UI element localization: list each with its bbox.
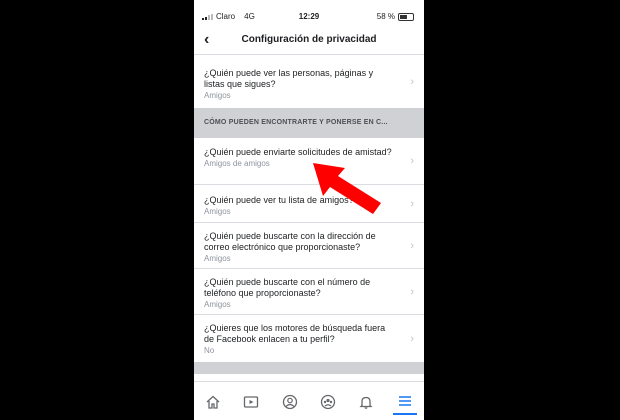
setting-value: No	[204, 346, 215, 355]
page-title: Configuración de privacidad	[241, 34, 377, 45]
tab-profile[interactable]	[278, 390, 302, 414]
bottom-tab-bar	[194, 381, 424, 420]
chevron-right-icon: ›	[410, 239, 414, 252]
setting-question: ¿Quién puede buscarte con la dirección d…	[204, 231, 376, 252]
chevron-right-icon: ›	[410, 332, 414, 345]
chevron-right-icon: ›	[410, 75, 414, 88]
chevron-right-icon: ›	[410, 285, 414, 298]
home-icon	[206, 395, 220, 409]
setting-question: ¿Quién puede ver tu lista de amigos?	[204, 195, 354, 205]
tab-home[interactable]	[201, 390, 225, 414]
setting-row-followed[interactable]: ¿Quién puede ver las personas, páginas y…	[194, 54, 424, 108]
chevron-right-icon: ›	[410, 155, 414, 167]
notifications-icon	[359, 396, 374, 409]
battery-icon	[398, 12, 414, 21]
section-header-next	[194, 362, 424, 374]
settings-list: ¿Quién puede ver las personas, páginas y…	[194, 52, 424, 374]
tab-notifications[interactable]	[354, 390, 378, 414]
section-header: CÓMO PUEDEN ENCONTRARTE Y PONERSE EN C..…	[194, 108, 424, 138]
nav-bar: ‹ Configuración de privacidad	[194, 28, 424, 52]
setting-row-email-lookup[interactable]: ¿Quién puede buscarte con la dirección d…	[194, 222, 424, 268]
setting-question: ¿Quién puede enviarte solicitudes de ami…	[204, 147, 392, 157]
setting-row-friend-requests[interactable]: ¿Quién puede enviarte solicitudes de ami…	[194, 138, 424, 184]
profile-icon	[282, 394, 297, 409]
battery-percent: 58 %	[376, 12, 395, 21]
menu-icon	[398, 395, 411, 406]
groups-icon	[320, 394, 336, 409]
setting-row-friend-list[interactable]: ¿Quién puede ver tu lista de amigos? Ami…	[194, 184, 424, 222]
setting-value: Amigos	[204, 254, 231, 263]
battery-info: 58 %	[377, 12, 414, 21]
setting-row-phone-lookup[interactable]: ¿Quién puede buscarte con el número de t…	[194, 268, 424, 314]
setting-question: ¿Quién puede buscarte con el número de t…	[204, 277, 371, 298]
tab-groups[interactable]	[316, 390, 340, 414]
setting-question: ¿Quieres que los motores de búsqueda fue…	[204, 323, 386, 344]
chevron-right-icon: ›	[410, 197, 414, 210]
status-bar: Claro 4G 12:29 58 %	[194, 0, 424, 28]
setting-value: Amigos	[204, 300, 231, 309]
setting-row-search-engines[interactable]: ¿Quieres que los motores de búsqueda fue…	[194, 314, 424, 362]
setting-value: Amigos de amigos	[204, 159, 270, 168]
setting-value: Amigos	[204, 91, 231, 100]
tab-video[interactable]	[239, 390, 263, 414]
setting-question: ¿Quién puede ver las personas, páginas y…	[204, 68, 374, 89]
video-icon	[244, 395, 259, 408]
phone-screen: Claro 4G 12:29 58 % ‹ Configuración de p…	[194, 0, 424, 420]
setting-value: Amigos	[204, 207, 231, 216]
tab-menu[interactable]	[392, 389, 417, 415]
